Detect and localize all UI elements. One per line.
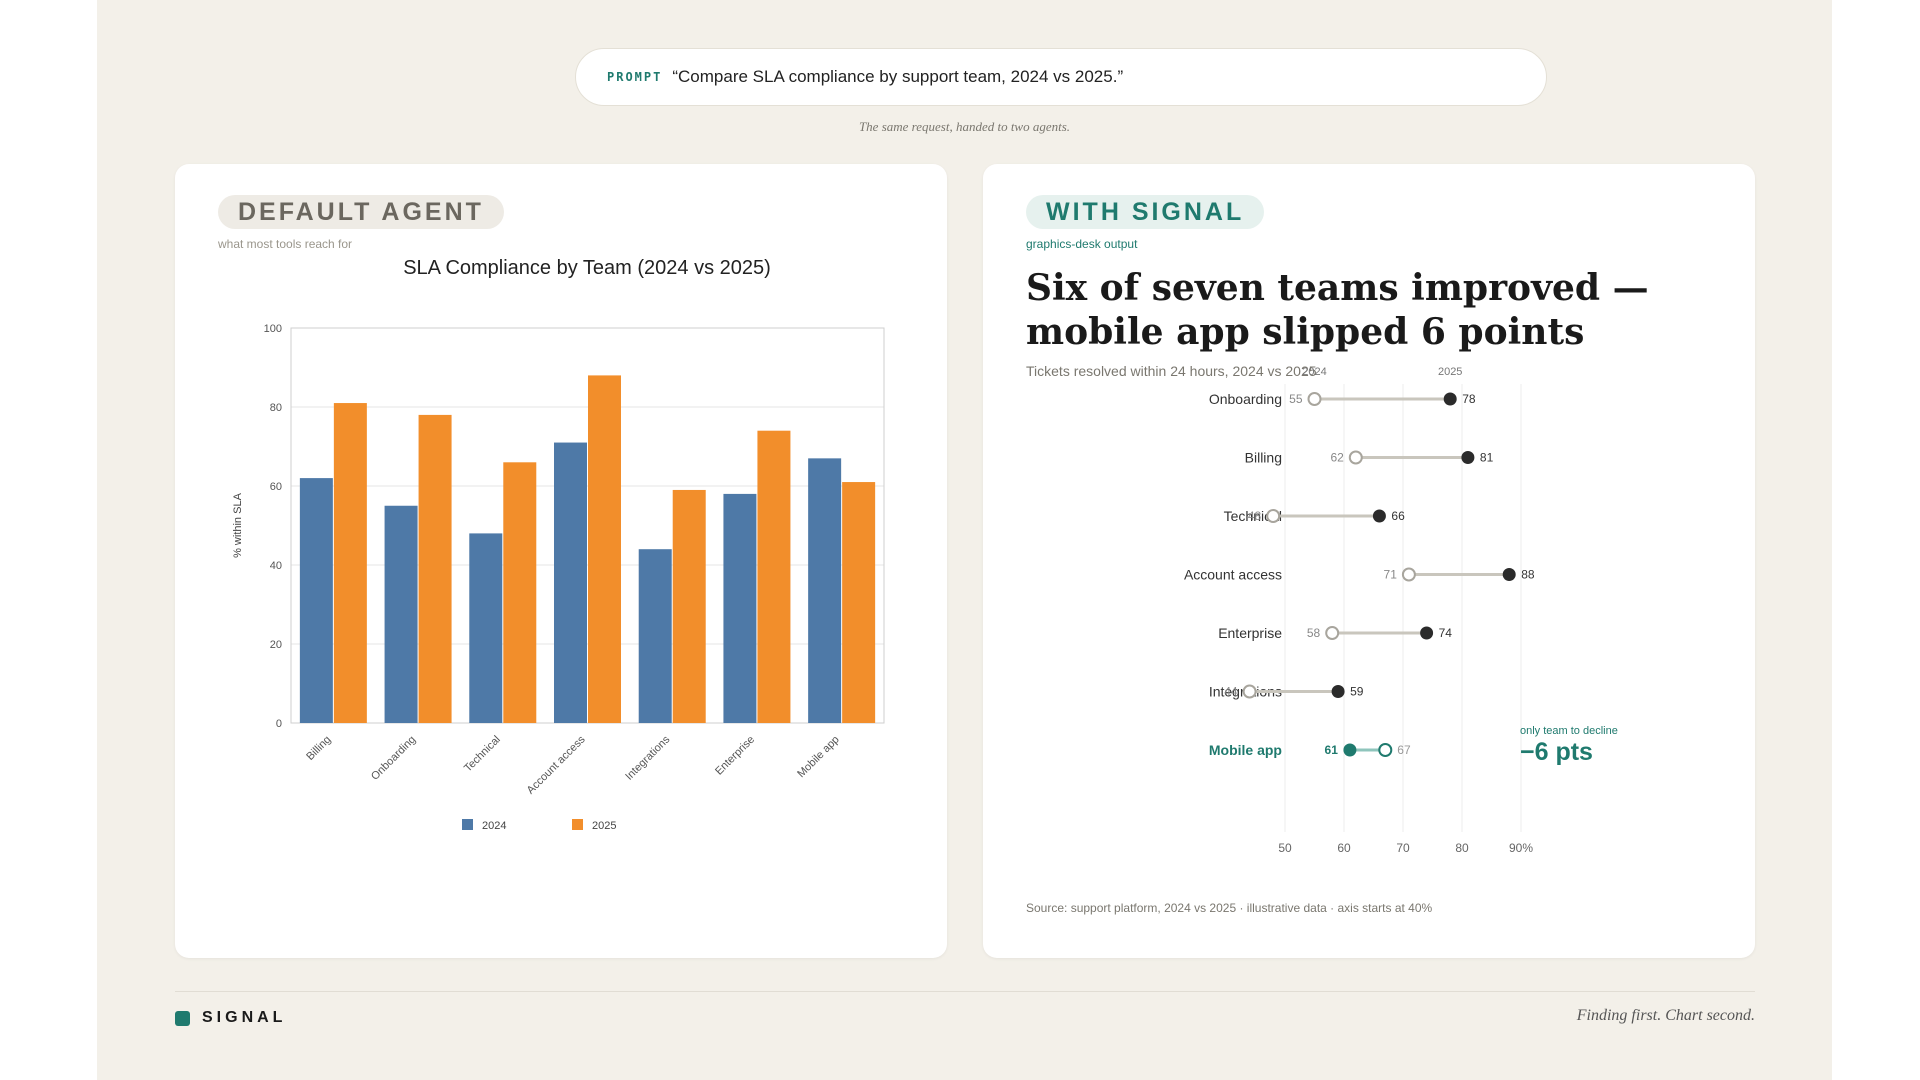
dot-2025 [1443, 392, 1457, 406]
source-note: Source: support platform, 2024 vs 2025 ·… [1026, 901, 1433, 915]
comparison-caption: The same request, handed to two agents. [858, 119, 1071, 134]
brand-square-icon [175, 1010, 190, 1026]
highlight-delta: −6 pts [1520, 738, 1593, 766]
dot-2024 [1266, 509, 1281, 523]
dot-2024 [1378, 743, 1393, 757]
dot-2024 [1348, 450, 1363, 465]
value-label-2024: 58 [1307, 626, 1321, 640]
row-label: Enterprise [1218, 625, 1282, 641]
legend-label: 2024 [482, 820, 506, 832]
bar-2024 [384, 505, 418, 723]
x-tick-label: Billing [304, 734, 333, 763]
y-tick-label: 80 [270, 402, 282, 414]
x-tick-label: Account access [525, 733, 588, 796]
highlight-note: only team to decline [1520, 725, 1618, 737]
x-tick-label: 80 [1455, 841, 1469, 855]
plot-frame [290, 327, 885, 724]
bar-2025 [418, 414, 452, 723]
brand-name: SIGNAL [202, 1009, 287, 1026]
bar-2025 [757, 430, 791, 723]
legend-label: 2025 [592, 820, 616, 832]
dot-2025 [1502, 568, 1516, 581]
brand-logo: SIGNAL [175, 1009, 286, 1027]
dot-2024 [1307, 392, 1322, 406]
page-canvas: PROMPT “Compare SLA compliance by suppor… [97, 0, 1832, 1080]
default-agent-card: DEFAULT AGENT what most tools reach for … [175, 164, 947, 958]
x-tick-label: 60 [1337, 841, 1351, 855]
y-tick-label: 40 [270, 560, 282, 572]
value-label-2025: 74 [1439, 626, 1453, 640]
prompt-box[interactable]: PROMPT “Compare SLA compliance by suppor… [575, 48, 1547, 106]
footer-tagline: Finding first. Chart second. [1576, 1007, 1755, 1024]
footer-divider [175, 991, 1755, 992]
dot-2025 [1343, 743, 1357, 757]
bar-2024 [638, 549, 672, 723]
bar-2024 [554, 442, 587, 723]
bar-2025 [672, 489, 706, 723]
row-label: Account access [1184, 567, 1282, 583]
dot-2025 [1461, 451, 1475, 464]
bar-2025 [503, 462, 537, 723]
bar-2025 [333, 403, 367, 723]
value-label-2024: 48 [1248, 509, 1262, 523]
x-tick-label: 90% [1509, 841, 1533, 855]
value-label-2025: 59 [1350, 685, 1364, 699]
series-header-2025: 2025 [1438, 366, 1462, 378]
dot-2025 [1420, 626, 1434, 640]
value-label-2024: 55 [1289, 392, 1303, 406]
y-tick-label: 100 [264, 323, 282, 335]
row-label: Billing [1245, 450, 1282, 466]
value-label-2024: 62 [1330, 451, 1344, 465]
value-label-2025: 88 [1521, 568, 1535, 582]
dot-2025 [1372, 509, 1386, 523]
y-axis-label: % within SLA [232, 492, 244, 557]
prompt-text: “Compare SLA compliance by support team,… [672, 67, 1124, 86]
bar-2024 [299, 478, 333, 723]
value-label-2024: 67 [1397, 743, 1411, 757]
value-label-2025: 81 [1480, 451, 1494, 465]
bar-2024 [469, 533, 503, 723]
legend-swatch [572, 819, 583, 830]
row-label: Onboarding [1209, 391, 1282, 407]
prompt-tag: PROMPT [607, 70, 663, 84]
x-tick-label: Enterprise [713, 734, 757, 778]
value-label-2024: 44 [1224, 685, 1238, 699]
series-header-2024: 2024 [1302, 366, 1326, 378]
signal-card: WITH SIGNAL graphics-desk output Six of … [983, 164, 1755, 958]
bar-chart: SLA Compliance by Team (2024 vs 2025) 0 20… [232, 257, 885, 832]
dot-2024 [1401, 567, 1416, 582]
y-tick-label: 60 [270, 481, 282, 493]
bar-2025 [588, 375, 621, 723]
row-label: Mobile app [1209, 742, 1282, 758]
value-label-2025: 78 [1462, 392, 1476, 406]
bar-chart-title: SLA Compliance by Team (2024 vs 2025) [403, 257, 771, 279]
x-tick-label: Onboarding [369, 734, 418, 783]
y-tick-label: 0 [276, 718, 282, 730]
dot-2024 [1242, 684, 1257, 699]
legend-swatch [462, 819, 473, 830]
bar-2024 [808, 458, 842, 723]
bar-2024 [723, 493, 757, 723]
dot-2025 [1331, 685, 1345, 698]
x-tick-label: Technical [462, 734, 503, 775]
value-label-2025: 61 [1325, 743, 1339, 757]
y-tick-label: 20 [270, 639, 282, 651]
x-tick-label: 70 [1396, 841, 1410, 855]
x-tick-label: Integrations [623, 733, 672, 782]
x-tick-label: Mobile app [795, 734, 842, 781]
value-label-2024: 71 [1384, 568, 1398, 582]
value-label-2025: 66 [1391, 509, 1405, 523]
dot-2024 [1325, 626, 1340, 640]
dumbbell-chart: 50 60 70 80 90% 2024 2025 Onboarding 55 78 Billing… [1184, 366, 1618, 855]
bar-2025 [842, 482, 876, 723]
x-tick-label: 50 [1278, 841, 1292, 855]
